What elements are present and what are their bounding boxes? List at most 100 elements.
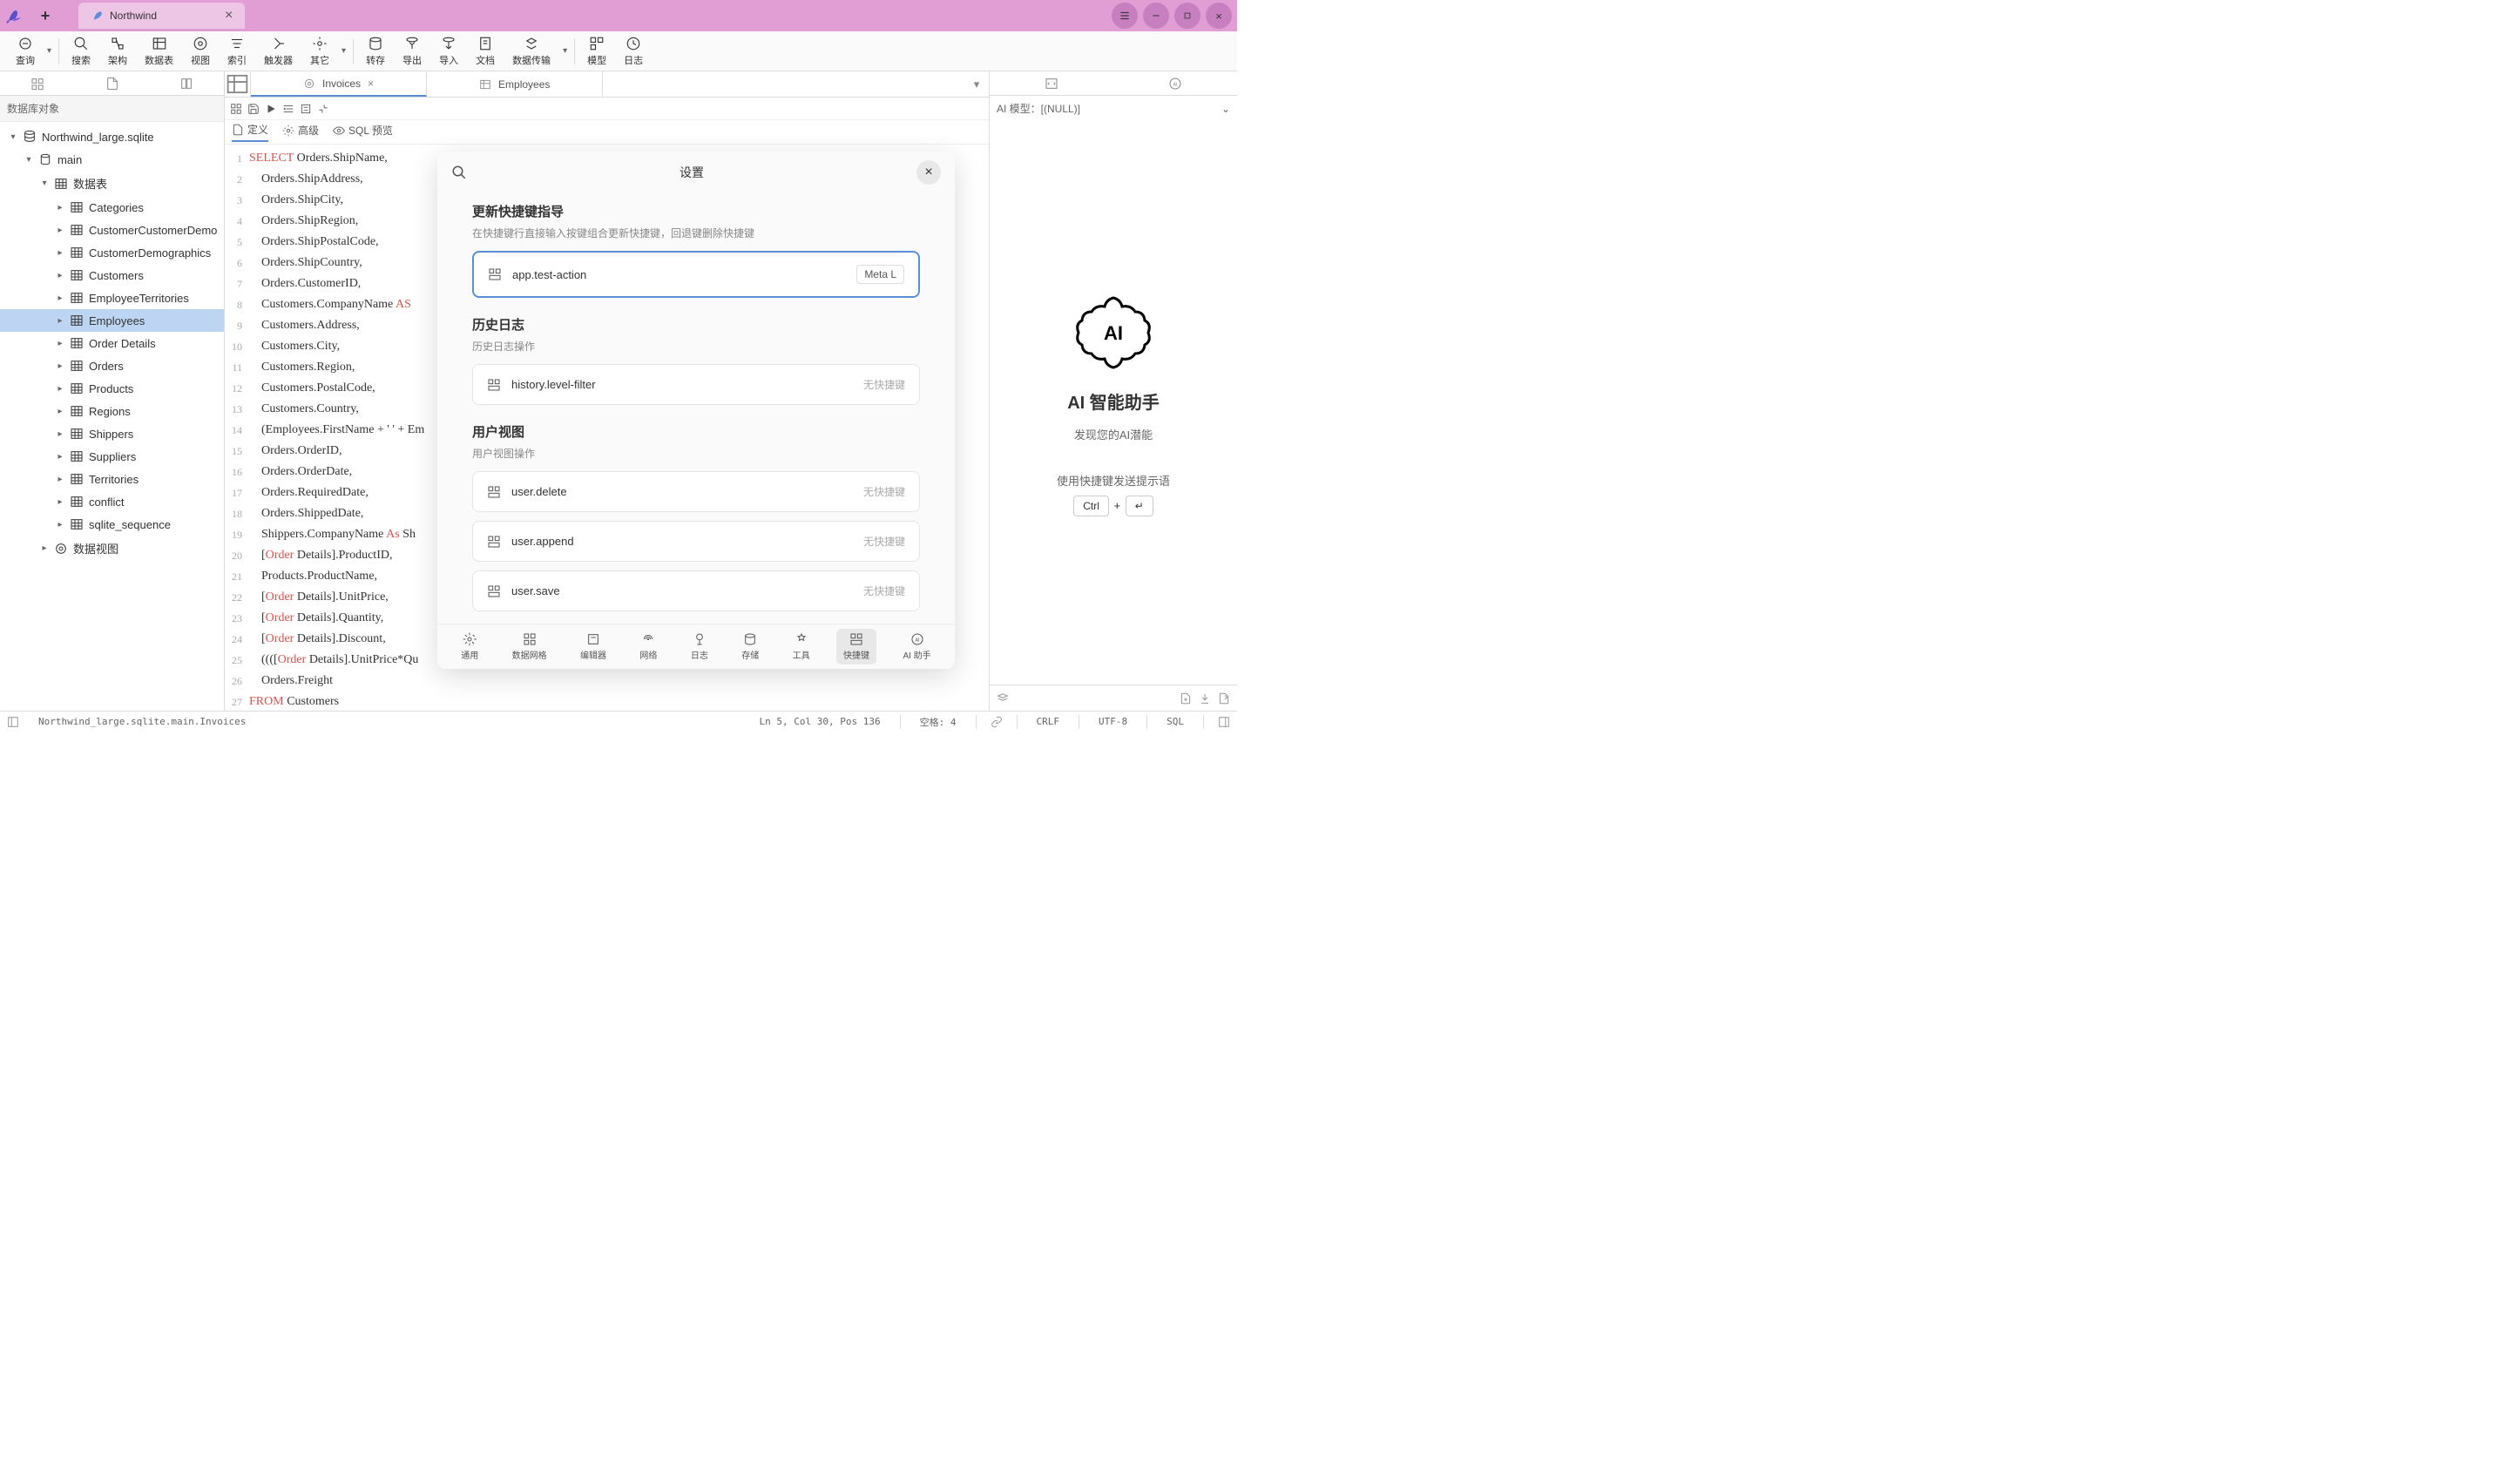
toolbar-转存[interactable]: 转存 xyxy=(357,34,394,69)
modal-section-history: 历史日志 历史日志操作 history.level-filter无快捷键 xyxy=(472,315,920,405)
tree-table-item[interactable]: ▸Order Details xyxy=(0,332,224,354)
editor-tab[interactable]: Employees xyxy=(427,71,603,97)
tree-table-item[interactable]: ▸Territories xyxy=(0,468,224,490)
shortcut-row[interactable]: history.level-filter无快捷键 xyxy=(472,364,920,405)
toolbar-数据表[interactable]: 数据表 xyxy=(136,34,182,69)
shortcut-row[interactable]: app.test-actionMeta L xyxy=(472,251,920,298)
toolbar-dropdown[interactable]: ▾ xyxy=(44,46,55,56)
sidebar-tab-history[interactable] xyxy=(149,71,224,95)
right-tab-code[interactable] xyxy=(990,71,1113,95)
toolbar-导入[interactable]: 导入 xyxy=(430,34,467,69)
svg-text:AI: AI xyxy=(1173,82,1177,87)
maximize-button[interactable] xyxy=(1174,3,1200,29)
toolbar-触发器[interactable]: 触发器 xyxy=(255,34,301,69)
table-icon xyxy=(70,517,84,531)
indent-icon[interactable] xyxy=(282,103,294,115)
modal-close-button[interactable]: × xyxy=(916,160,941,185)
toolbar-日志[interactable]: 日志 xyxy=(615,34,652,69)
panel-toggle-right-icon[interactable] xyxy=(1218,716,1230,728)
shortcut-row[interactable]: user.save无快捷键 xyxy=(472,570,920,611)
right-tab-ai[interactable]: AI xyxy=(1113,71,1237,95)
toolbar-导出[interactable]: 导出 xyxy=(394,34,430,69)
sidebar-tab-sql[interactable] xyxy=(75,71,150,95)
search-icon[interactable] xyxy=(451,165,467,180)
shortcut-row[interactable]: user.delete无快捷键 xyxy=(472,471,920,512)
tree-table-item[interactable]: ▸Products xyxy=(0,377,224,400)
subtab-advanced[interactable]: 高级 xyxy=(282,123,319,141)
tree-database[interactable]: ▾ Northwind_large.sqlite xyxy=(0,125,224,148)
modal-footer-tab[interactable]: 工具 xyxy=(786,629,817,664)
grid2-icon[interactable] xyxy=(230,103,242,115)
modal-footer-tab[interactable]: AIAI 助手 xyxy=(896,629,937,664)
panel-toggle-icon[interactable] xyxy=(7,716,19,728)
table-icon xyxy=(70,449,84,463)
shortcut-row[interactable]: user.append无快捷键 xyxy=(472,521,920,562)
save-icon[interactable] xyxy=(247,103,260,115)
status-eol[interactable]: CRLF xyxy=(1031,716,1065,727)
tree-table-item[interactable]: ▸Shippers xyxy=(0,422,224,445)
link-icon[interactable] xyxy=(991,716,1003,728)
format-icon[interactable] xyxy=(300,103,312,115)
editor-tab[interactable]: Invoices× xyxy=(251,71,427,97)
status-position[interactable]: Ln 5, Col 30, Pos 136 xyxy=(754,716,886,727)
tree-table-item[interactable]: ▸Suppliers xyxy=(0,445,224,468)
tab-close-button[interactable]: × xyxy=(225,8,233,24)
tree-table-item[interactable]: ▸conflict xyxy=(0,490,224,513)
window-tab[interactable]: Northwind × xyxy=(78,3,245,29)
tree-tables-folder[interactable]: ▾ 数据表 xyxy=(0,171,224,196)
collapse-icon[interactable] xyxy=(317,103,329,115)
modal-footer-tab[interactable]: 快捷键 xyxy=(836,629,876,664)
download-icon[interactable] xyxy=(1199,692,1211,705)
modal-footer-tab[interactable]: 存储 xyxy=(734,629,766,664)
toolbar-模型[interactable]: 模型 xyxy=(578,34,615,69)
toolbar-查询[interactable]: 查询 xyxy=(7,34,44,69)
stack-icon[interactable] xyxy=(997,692,1009,705)
tree-table-item[interactable]: ▸Orders xyxy=(0,354,224,377)
toolbar-文档[interactable]: 文档 xyxy=(467,34,504,69)
tree-table-item[interactable]: ▸Categories xyxy=(0,196,224,219)
sidebar-panel-tabs xyxy=(0,71,224,96)
tree-views-folder[interactable]: ▸ 数据视图 xyxy=(0,536,224,561)
modal-footer-tab[interactable]: 通用 xyxy=(454,629,485,664)
chevron-right-icon: ▸ xyxy=(40,543,49,553)
tree-table-item[interactable]: ▸EmployeeTerritories xyxy=(0,287,224,309)
tree-table-item[interactable]: ▸Customers xyxy=(0,264,224,287)
tree-table-item[interactable]: ▸sqlite_sequence xyxy=(0,513,224,536)
subtab-preview[interactable]: SQL 预览 xyxy=(333,123,393,141)
editor-tab-grid-button[interactable] xyxy=(225,71,251,97)
toolbar-其它[interactable]: 其它 xyxy=(301,34,338,69)
plus-file-icon[interactable] xyxy=(1180,692,1192,705)
modal-footer-tab[interactable]: 数据网格 xyxy=(505,629,554,664)
tree-table-item[interactable]: ▸CustomerCustomerDemo xyxy=(0,219,224,241)
status-spaces[interactable]: 空格: 4 xyxy=(915,715,962,729)
minimize-button[interactable] xyxy=(1143,3,1169,29)
toolbar-数据传输[interactable]: 数据传输 xyxy=(504,34,559,69)
tree-schema[interactable]: ▾ main xyxy=(0,148,224,171)
tree-table-item[interactable]: ▸Employees xyxy=(0,309,224,332)
tree-table-item[interactable]: ▸Regions xyxy=(0,400,224,422)
grid-icon xyxy=(54,177,68,191)
toolbar-搜索[interactable]: 搜索 xyxy=(63,34,99,69)
sidebar-tab-objects[interactable] xyxy=(0,71,75,95)
new-tab-button[interactable]: + xyxy=(33,3,57,28)
editor-tabs-dropdown[interactable]: ▾ xyxy=(964,71,989,97)
tree-table-item[interactable]: ▸CustomerDemographics xyxy=(0,241,224,264)
play-icon[interactable] xyxy=(265,103,277,115)
hamburger-icon[interactable] xyxy=(1112,3,1138,29)
modal-footer-tab[interactable]: 日志 xyxy=(684,629,715,664)
modal-footer-tab[interactable]: 网络 xyxy=(632,629,664,664)
tab-close[interactable]: × xyxy=(368,78,374,90)
close-window-button[interactable]: × xyxy=(1206,3,1232,29)
export-icon[interactable] xyxy=(1218,692,1230,705)
toolbar-视图[interactable]: 视图 xyxy=(182,34,219,69)
toolbar-索引[interactable]: 索引 xyxy=(219,34,255,69)
subtab-define[interactable]: 定义 xyxy=(232,122,268,142)
modal-footer-tab[interactable]: 编辑器 xyxy=(573,629,613,664)
ai-model-header[interactable]: AI 模型：[(NULL)] ⌄ xyxy=(990,96,1237,121)
status-encoding[interactable]: UTF-8 xyxy=(1093,716,1133,727)
toolbar-架构[interactable]: 架构 xyxy=(99,34,136,69)
toolbar-dropdown[interactable]: ▾ xyxy=(338,46,349,56)
sidebar: 数据库对象 ▾ Northwind_large.sqlite ▾ main ▾ … xyxy=(0,71,225,711)
toolbar-dropdown[interactable]: ▾ xyxy=(559,46,571,56)
status-language[interactable]: SQL xyxy=(1161,716,1189,727)
